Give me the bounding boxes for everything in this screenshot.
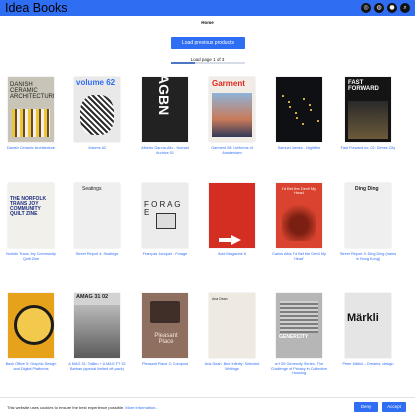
product-cover-image[interactable]	[209, 183, 255, 248]
product-grid: DANISH CERAMIC ARCHITECTURE Danish Cerami…	[0, 0, 415, 415]
cover-title-text: Pleasant Place	[154, 333, 178, 345]
product-title-link[interactable]: François Jonquet - Forage	[136, 252, 194, 257]
cover-light-dot	[302, 123, 304, 125]
arrow-graphic	[231, 235, 241, 245]
product-title-link[interactable]: Volume 62	[68, 146, 126, 151]
product-cover-image[interactable]: FAST FORWARD	[345, 77, 391, 142]
cover-title-text: volume 62	[76, 78, 116, 87]
cover-city-photo	[348, 101, 388, 139]
product-title-link[interactable]: Back Office 5: Graphic Design and Digita…	[2, 362, 60, 371]
cookie-message: This website uses cookies to ensure the …	[7, 405, 159, 410]
product-title-link[interactable]: Carlos Alba 'I'd Bet the Devil My Head'	[270, 252, 328, 261]
cover-light-dot	[317, 120, 319, 122]
cover-title-text: DANISH CERAMIC ARCHITECTURE	[10, 82, 54, 100]
product-cover-image[interactable]	[8, 293, 54, 358]
product-cover-image[interactable]: AMAG 31 02	[74, 293, 120, 358]
cover-group-photo	[212, 93, 252, 137]
product-cover-image[interactable]: GENERCITY	[276, 293, 322, 358]
product-title-link[interactable]: Ana Dean, Bed Infinity: Selected Writing…	[203, 362, 261, 371]
cover-title-text: AMAG 31 02	[76, 294, 109, 300]
cover-title-text: THE NORFOLK TRANS JOY COMMUNITY QUILT ZI…	[10, 196, 47, 217]
product-title-link[interactable]: Fast Forward no. 02: Dense City	[339, 146, 397, 151]
arrow-shaft	[219, 238, 231, 242]
product-cover-image[interactable]: AGBN	[142, 77, 188, 142]
product-cover-image[interactable]: Ding Ding	[345, 183, 391, 248]
cover-title-text: Märkli	[347, 312, 379, 324]
cookie-text: This website uses cookies to ensure the …	[7, 405, 125, 410]
product-title-link[interactable]: Acid Magazine 6	[203, 252, 261, 257]
cover-title-text: Ding Ding	[355, 186, 379, 192]
cover-stripes	[12, 109, 50, 137]
cover-face-graphic	[80, 95, 114, 135]
product-cover-image[interactable]: DANISH CERAMIC ARCHITECTURE	[8, 77, 54, 142]
cover-title-text: AGBN	[156, 77, 172, 116]
product-title-link[interactable]: a+t 59 Genercity Series. The Challenge o…	[270, 362, 328, 376]
cover-light-dot	[288, 101, 290, 103]
product-title-link[interactable]: Peter Märkli – Dreams, design	[339, 362, 397, 367]
cover-light-dot	[295, 112, 297, 114]
product-title-link[interactable]: Danish Ceramic Architecture	[2, 146, 60, 151]
cover-title-text: Seatings	[82, 186, 102, 192]
cookie-more-link[interactable]: More information...	[125, 405, 158, 410]
product-title-link[interactable]: Garment 28: Uniforms of Amsterdam	[203, 146, 261, 155]
cover-title-text: I'd Bet the Devil My Head	[281, 186, 317, 195]
product-title-link[interactable]: Street Report 4: Seatings	[68, 252, 126, 257]
cover-title-text: F O R A G E	[144, 200, 181, 217]
cover-light-dot	[282, 95, 284, 97]
deny-button[interactable]: Deny	[354, 402, 378, 412]
cover-title-text: FAST FORWARD	[348, 80, 379, 92]
product-cover-image[interactable]: Ana Dean	[209, 293, 255, 358]
product-title-link[interactable]: Alberto García-Alix - Nomad Archive 01	[136, 146, 194, 155]
product-title-link[interactable]: Pleasant Place 3: Compost	[136, 362, 194, 367]
cover-tree-graphic	[282, 201, 316, 241]
product-cover-image[interactable]: volume 62	[74, 77, 120, 142]
product-cover-image[interactable]: F O R A G E	[142, 183, 188, 248]
product-cover-image[interactable]: Pleasant Place	[142, 293, 188, 358]
accept-button[interactable]: Accept	[382, 402, 406, 412]
product-cover-image[interactable]: THE NORFOLK TRANS JOY COMMUNITY QUILT ZI…	[8, 183, 54, 248]
cover-title-text: Garment	[212, 79, 245, 88]
product-cover-image[interactable]: Seatings	[74, 183, 120, 248]
product-title-link[interactable]: Norfolk Trans Joy Community Quilt Zine	[2, 252, 60, 261]
product-title-link[interactable]: Street Report 3: Ding Ding (trams in Hon…	[339, 252, 397, 261]
cover-light-dot	[296, 117, 298, 119]
cover-light-dot	[309, 104, 311, 106]
product-cover-image[interactable]: Märkli	[345, 293, 391, 358]
cover-photo	[74, 305, 120, 358]
product-title-link[interactable]: Samuel James - Nightfire	[270, 146, 328, 151]
product-cover-image[interactable]	[276, 77, 322, 142]
cover-circle-graphic	[14, 305, 54, 345]
cover-title-text: Ana Dean	[212, 297, 228, 301]
cover-light-dot	[310, 109, 312, 111]
cover-building-photo	[280, 301, 318, 333]
product-title-link[interactable]: A MAG 31: Tailleu + A MAG FT 32 Barbas (…	[68, 362, 126, 371]
cover-structure-photo	[150, 301, 180, 323]
cover-light-dot	[303, 98, 305, 100]
cover-light-dot	[289, 106, 291, 108]
product-cover-image[interactable]: I'd Bet the Devil My Head	[276, 183, 322, 248]
cover-title-text: GENERCITY	[279, 334, 309, 340]
cookie-banner: This website uses cookies to ensure the …	[0, 397, 415, 416]
product-cover-image[interactable]: Garment	[209, 77, 255, 142]
